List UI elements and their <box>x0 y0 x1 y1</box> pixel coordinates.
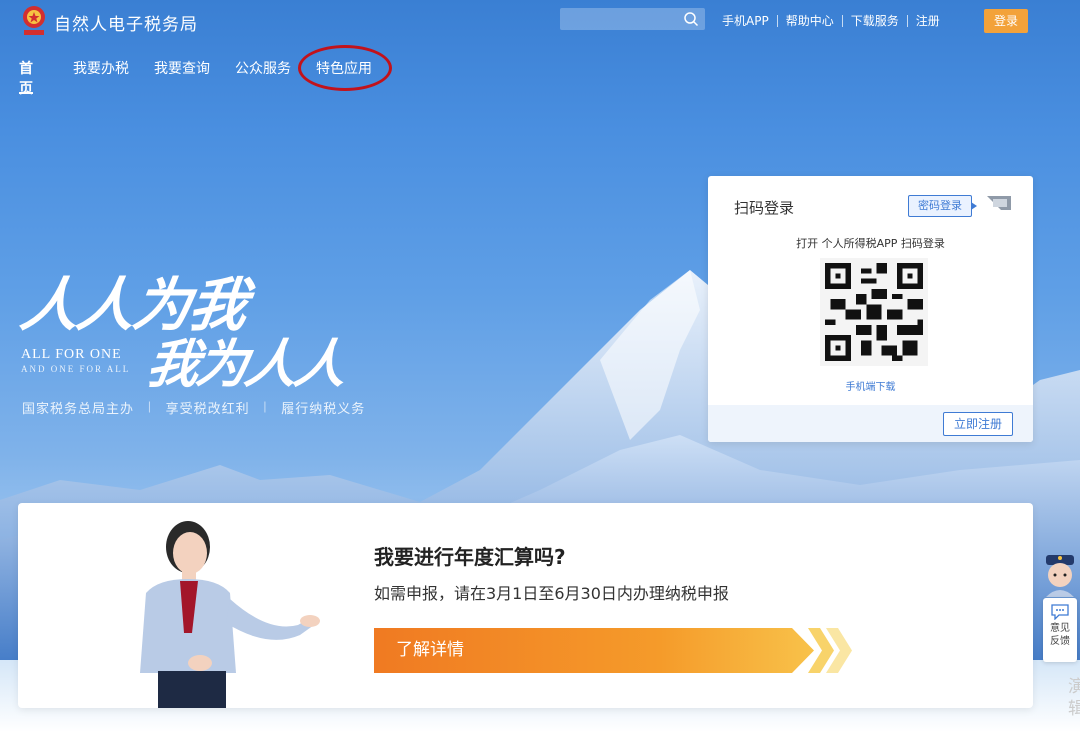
login-button[interactable]: 登录 <box>984 9 1028 33</box>
top-bar: 自然人电子税务局 手机APP 帮助中心 下载服务 注册 登录 <box>0 0 1080 44</box>
password-login-button[interactable]: 密码登录 <box>908 195 977 217</box>
mobile-download-link[interactable]: 手机端下载 <box>708 378 1033 393</box>
annual-settlement-banner: 我要进行年度汇算吗? 如需申报，请在3月1日至6月30日内办理纳税申报 了解详情 <box>18 503 1033 708</box>
mobile-app-link[interactable]: 手机APP <box>714 12 777 29</box>
login-card-title: 扫码登录 <box>734 199 795 217</box>
banner-title: 我要进行年度汇算吗? <box>374 545 566 569</box>
slogan-line-2: 我为人人 <box>143 334 348 395</box>
slogan-english-2: AND ONE FOR ALL <box>21 364 131 374</box>
help-center-link[interactable]: 帮助中心 <box>778 12 842 29</box>
slogan-english-1: ALL FOR ONE <box>21 347 122 362</box>
feedback-button[interactable]: 意见 反馈 <box>1043 598 1077 662</box>
scan-tip: 打开 个人所得税APP 扫码登录 <box>796 237 945 250</box>
chat-bubble-icon <box>1051 604 1069 620</box>
search-box[interactable] <box>560 8 705 30</box>
sub-slogan: 国家税务总局主办 | 享受税改红利 | 履行纳税义务 <box>22 398 365 417</box>
nav-item-public-service[interactable]: 公众服务 <box>235 52 295 78</box>
sub-slogan-item: 享受税改红利 <box>165 401 250 416</box>
login-card: 扫码登录 密码登录 打开 个人所得税APP 扫码登录 手机端下载 立即注册 <box>708 176 1033 442</box>
divider: | <box>148 398 152 413</box>
tax-officer-avatar[interactable] <box>1040 553 1080 597</box>
search-icon[interactable] <box>683 11 699 27</box>
feedback-label-1: 意见 <box>1050 623 1070 634</box>
edge-text: 演 辑 <box>1068 677 1080 719</box>
tax-officer-illustration <box>140 521 320 708</box>
top-links: 手机APP 帮助中心 下载服务 注册 <box>714 12 948 29</box>
login-card-footer: 立即注册 <box>708 405 1033 442</box>
feedback-label-2: 反馈 <box>1050 636 1070 647</box>
qr-code <box>820 258 928 366</box>
sub-slogan-item: 国家税务总局主办 <box>22 401 135 416</box>
sub-slogan-item: 履行纳税义务 <box>281 401 366 416</box>
site-title[interactable]: 自然人电子税务局 <box>54 10 198 35</box>
search-input[interactable] <box>560 8 680 30</box>
divider: | <box>263 398 268 413</box>
computer-switch-icon[interactable] <box>987 196 1011 216</box>
download-service-link[interactable]: 下载服务 <box>843 12 907 29</box>
banner-subtitle: 如需申报，请在3月1日至6月30日内办理纳税申报 <box>374 584 729 603</box>
red-highlight-circle <box>298 45 392 91</box>
register-link[interactable]: 注册 <box>908 12 948 29</box>
tax-emblem-logo <box>23 6 45 35</box>
nav-item-tax-handling[interactable]: 我要办税 <box>73 52 133 78</box>
chevron-right-icon <box>808 628 852 673</box>
page: 自然人电子税务局 手机APP 帮助中心 下载服务 注册 登录 首页 我要办税 我… <box>0 0 1080 732</box>
nav-item-home[interactable]: 首页 <box>19 52 33 98</box>
learn-more-button[interactable]: 了解详情 <box>374 628 814 673</box>
nav-item-query[interactable]: 我要查询 <box>154 52 214 78</box>
register-now-button[interactable]: 立即注册 <box>943 412 1013 436</box>
